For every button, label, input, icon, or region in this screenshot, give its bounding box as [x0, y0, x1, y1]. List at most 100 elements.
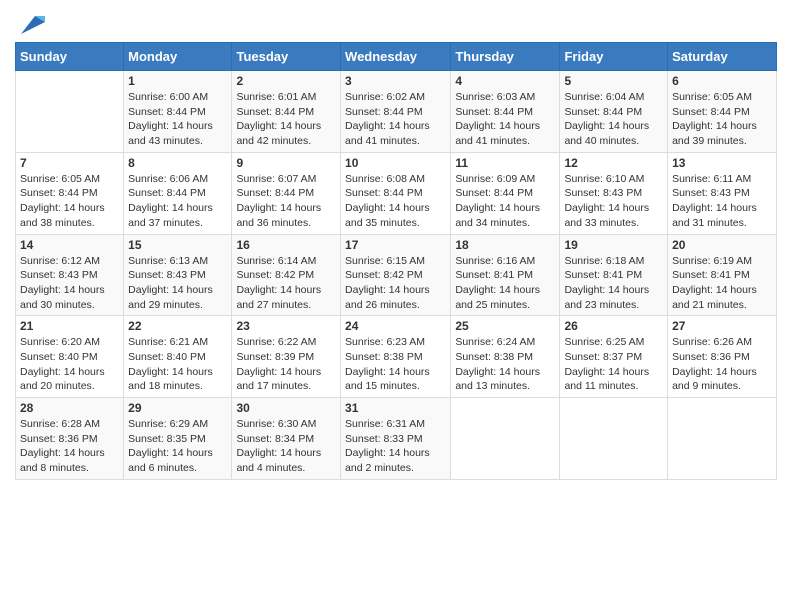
calendar-week-5: 28 Sunrise: 6:28 AMSunset: 8:36 PMDayligh… [16, 398, 777, 480]
day-number: 13 [672, 156, 772, 170]
day-header-thursday: Thursday [451, 43, 560, 71]
day-info: Sunrise: 6:21 AMSunset: 8:40 PMDaylight:… [128, 335, 227, 394]
day-number: 7 [20, 156, 119, 170]
day-number: 30 [236, 401, 336, 415]
day-header-wednesday: Wednesday [341, 43, 451, 71]
day-info: Sunrise: 6:25 AMSunset: 8:37 PMDaylight:… [564, 335, 663, 394]
day-header-sunday: Sunday [16, 43, 124, 71]
logo-icon [17, 10, 45, 38]
calendar-cell: 31Sunrise: 6:31 AMSunset: 8:33 PMDayligh… [341, 398, 451, 480]
day-number: 3 [345, 74, 446, 88]
calendar-cell: 10Sunrise: 6:08 AMSunset: 8:44 PMDayligh… [341, 152, 451, 234]
day-number: 2 [236, 74, 336, 88]
day-info: Sunrise: 6:12 AMSunset: 8:43 PMDaylight:… [20, 254, 119, 313]
day-number: 24 [345, 319, 446, 333]
day-info: Sunrise: 6:11 AMSunset: 8:43 PMDaylight:… [672, 172, 772, 231]
day-info: Sunrise: 6:05 AMSunset: 8:44 PMDaylight:… [672, 90, 772, 149]
day-number: 20 [672, 238, 772, 252]
calendar-cell [451, 398, 560, 480]
calendar-cell: 25Sunrise: 6:24 AMSunset: 8:38 PMDayligh… [451, 316, 560, 398]
day-number: 11 [455, 156, 555, 170]
calendar-cell: 2 Sunrise: 6:01 AMSunset: 8:44 PMDaylight… [232, 71, 341, 153]
calendar-cell: 7Sunrise: 6:05 AMSunset: 8:44 PMDaylight… [16, 152, 124, 234]
day-number: 29 [128, 401, 227, 415]
day-info: Sunrise: 6:10 AMSunset: 8:43 PMDaylight:… [564, 172, 663, 231]
calendar-cell [16, 71, 124, 153]
calendar-cell: 20 Sunrise: 6:19 AMSunset: 8:41 PMDayligh… [668, 234, 777, 316]
day-header-saturday: Saturday [668, 43, 777, 71]
day-number: 10 [345, 156, 446, 170]
day-number: 5 [564, 74, 663, 88]
day-info: Sunrise: 6:01 AMSunset: 8:44 PMDaylight:… [236, 90, 336, 149]
calendar-cell: 8 Sunrise: 6:06 AMSunset: 8:44 PMDaylight… [124, 152, 232, 234]
day-header-tuesday: Tuesday [232, 43, 341, 71]
calendar-cell: 4Sunrise: 6:03 AMSunset: 8:44 PMDaylight… [451, 71, 560, 153]
calendar-cell: 6 Sunrise: 6:05 AMSunset: 8:44 PMDaylight… [668, 71, 777, 153]
day-info: Sunrise: 6:00 AMSunset: 8:44 PMDaylight:… [128, 90, 227, 149]
day-info: Sunrise: 6:19 AMSunset: 8:41 PMDaylight:… [672, 254, 772, 313]
day-info: Sunrise: 6:13 AMSunset: 8:43 PMDaylight:… [128, 254, 227, 313]
calendar-cell: 13 Sunrise: 6:11 AMSunset: 8:43 PMDayligh… [668, 152, 777, 234]
day-number: 28 [20, 401, 119, 415]
day-info: Sunrise: 6:24 AMSunset: 8:38 PMDaylight:… [455, 335, 555, 394]
day-info: Sunrise: 6:28 AMSunset: 8:36 PMDaylight:… [20, 417, 119, 476]
calendar-cell: 9Sunrise: 6:07 AMSunset: 8:44 PMDaylight… [232, 152, 341, 234]
day-number: 1 [128, 74, 227, 88]
day-number: 21 [20, 319, 119, 333]
calendar-cell: 16Sunrise: 6:14 AMSunset: 8:42 PMDayligh… [232, 234, 341, 316]
day-number: 22 [128, 319, 227, 333]
day-number: 9 [236, 156, 336, 170]
day-number: 27 [672, 319, 772, 333]
calendar-week-1: 1 Sunrise: 6:00 AMSunset: 8:44 PMDaylight… [16, 71, 777, 153]
day-info: Sunrise: 6:03 AMSunset: 8:44 PMDaylight:… [455, 90, 555, 149]
calendar-cell: 1 Sunrise: 6:00 AMSunset: 8:44 PMDaylight… [124, 71, 232, 153]
day-header-monday: Monday [124, 43, 232, 71]
calendar-cell: 24 Sunrise: 6:23 AMSunset: 8:38 PMDayligh… [341, 316, 451, 398]
logo [15, 10, 45, 34]
calendar-cell: 29Sunrise: 6:29 AMSunset: 8:35 PMDayligh… [124, 398, 232, 480]
calendar-week-2: 7Sunrise: 6:05 AMSunset: 8:44 PMDaylight… [16, 152, 777, 234]
calendar-cell: 15 Sunrise: 6:13 AMSunset: 8:43 PMDayligh… [124, 234, 232, 316]
day-number: 6 [672, 74, 772, 88]
calendar-table: SundayMondayTuesdayWednesdayThursdayFrid… [15, 42, 777, 480]
day-info: Sunrise: 6:14 AMSunset: 8:42 PMDaylight:… [236, 254, 336, 313]
day-info: Sunrise: 6:26 AMSunset: 8:36 PMDaylight:… [672, 335, 772, 394]
calendar-cell: 14Sunrise: 6:12 AMSunset: 8:43 PMDayligh… [16, 234, 124, 316]
calendar-cell: 21 Sunrise: 6:20 AMSunset: 8:40 PMDayligh… [16, 316, 124, 398]
header [15, 10, 777, 34]
day-number: 17 [345, 238, 446, 252]
day-info: Sunrise: 6:16 AMSunset: 8:41 PMDaylight:… [455, 254, 555, 313]
calendar-cell: 27 Sunrise: 6:26 AMSunset: 8:36 PMDayligh… [668, 316, 777, 398]
calendar-cell: 5 Sunrise: 6:04 AMSunset: 8:44 PMDaylight… [560, 71, 668, 153]
calendar-cell: 28 Sunrise: 6:28 AMSunset: 8:36 PMDayligh… [16, 398, 124, 480]
calendar-cell: 3 Sunrise: 6:02 AMSunset: 8:44 PMDaylight… [341, 71, 451, 153]
calendar-cell: 11 Sunrise: 6:09 AMSunset: 8:44 PMDayligh… [451, 152, 560, 234]
day-info: Sunrise: 6:04 AMSunset: 8:44 PMDaylight:… [564, 90, 663, 149]
day-info: Sunrise: 6:18 AMSunset: 8:41 PMDaylight:… [564, 254, 663, 313]
day-info: Sunrise: 6:30 AMSunset: 8:34 PMDaylight:… [236, 417, 336, 476]
calendar-cell: 17 Sunrise: 6:15 AMSunset: 8:42 PMDayligh… [341, 234, 451, 316]
calendar-cell: 26 Sunrise: 6:25 AMSunset: 8:37 PMDayligh… [560, 316, 668, 398]
calendar-cell [560, 398, 668, 480]
day-number: 26 [564, 319, 663, 333]
day-header-friday: Friday [560, 43, 668, 71]
day-number: 8 [128, 156, 227, 170]
day-info: Sunrise: 6:06 AMSunset: 8:44 PMDaylight:… [128, 172, 227, 231]
day-info: Sunrise: 6:15 AMSunset: 8:42 PMDaylight:… [345, 254, 446, 313]
calendar-cell: 12 Sunrise: 6:10 AMSunset: 8:43 PMDayligh… [560, 152, 668, 234]
day-info: Sunrise: 6:31 AMSunset: 8:33 PMDaylight:… [345, 417, 446, 476]
day-info: Sunrise: 6:09 AMSunset: 8:44 PMDaylight:… [455, 172, 555, 231]
calendar-cell: 22 Sunrise: 6:21 AMSunset: 8:40 PMDayligh… [124, 316, 232, 398]
calendar-cell [668, 398, 777, 480]
day-info: Sunrise: 6:23 AMSunset: 8:38 PMDaylight:… [345, 335, 446, 394]
day-info: Sunrise: 6:02 AMSunset: 8:44 PMDaylight:… [345, 90, 446, 149]
calendar-cell: 23 Sunrise: 6:22 AMSunset: 8:39 PMDayligh… [232, 316, 341, 398]
day-info: Sunrise: 6:22 AMSunset: 8:39 PMDaylight:… [236, 335, 336, 394]
calendar-cell: 19Sunrise: 6:18 AMSunset: 8:41 PMDayligh… [560, 234, 668, 316]
page: SundayMondayTuesdayWednesdayThursdayFrid… [0, 0, 792, 612]
day-number: 23 [236, 319, 336, 333]
day-info: Sunrise: 6:20 AMSunset: 8:40 PMDaylight:… [20, 335, 119, 394]
day-number: 15 [128, 238, 227, 252]
calendar-header-row: SundayMondayTuesdayWednesdayThursdayFrid… [16, 43, 777, 71]
day-number: 12 [564, 156, 663, 170]
